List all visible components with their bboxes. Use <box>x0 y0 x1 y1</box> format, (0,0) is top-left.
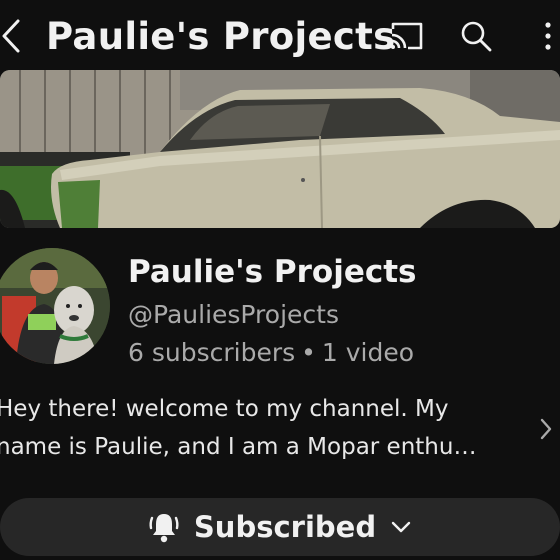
channel-banner <box>0 70 560 228</box>
channel-handle: @PauliesProjects <box>128 300 339 329</box>
channel-stats: 6 subscribers • 1 video <box>128 336 414 370</box>
more-options-button[interactable] <box>528 16 560 56</box>
video-count: 1 video <box>321 338 415 367</box>
page-title: Paulie's Projects <box>46 15 396 58</box>
chevron-left-icon <box>2 19 20 53</box>
channel-description[interactable]: Hey there! welcome to my channel. My nam… <box>0 390 526 466</box>
top-app-bar: Paulie's Projects <box>0 0 560 70</box>
channel-name: Paulie's Projects <box>128 254 417 290</box>
cast-button[interactable] <box>386 16 426 56</box>
subscribed-label: Subscribed <box>193 510 377 544</box>
avatar-image <box>0 248 110 364</box>
description-line-2: name is Paulie, and I am a Mopar enthu… <box>0 434 477 460</box>
description-line-1: Hey there! welcome to my channel. My <box>0 396 449 422</box>
search-button[interactable] <box>456 16 496 56</box>
cast-icon <box>391 22 423 50</box>
search-icon <box>461 21 492 52</box>
back-button[interactable] <box>0 14 28 58</box>
channel-avatar[interactable] <box>0 248 110 364</box>
description-expand-button[interactable] <box>532 412 560 446</box>
banner-image <box>0 70 560 228</box>
bell-icon <box>149 514 179 543</box>
subscribed-button[interactable]: Subscribed <box>0 498 560 556</box>
chevron-down-icon <box>391 521 411 533</box>
more-vertical-icon <box>545 22 551 50</box>
subscriber-count: 6 subscribers <box>128 338 296 367</box>
chevron-right-icon <box>540 418 552 440</box>
stats-separator: • <box>301 338 316 367</box>
